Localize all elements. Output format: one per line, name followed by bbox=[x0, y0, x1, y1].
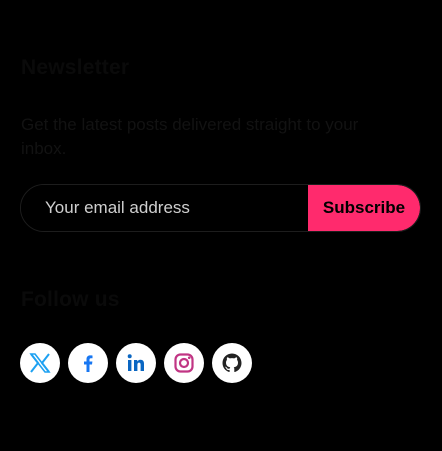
email-input[interactable] bbox=[21, 185, 308, 231]
github-icon bbox=[222, 353, 242, 373]
x-twitter-icon bbox=[29, 353, 51, 373]
facebook-link[interactable] bbox=[68, 343, 108, 383]
follow-us-title: Follow us bbox=[21, 288, 120, 311]
instagram-link[interactable] bbox=[164, 343, 204, 383]
linkedin-icon bbox=[127, 354, 144, 371]
github-link[interactable] bbox=[212, 343, 252, 383]
subscribe-button[interactable]: Subscribe bbox=[308, 185, 420, 231]
x-twitter-link[interactable] bbox=[20, 343, 60, 383]
facebook-icon bbox=[84, 355, 93, 372]
newsletter-description: Get the latest posts delivered straight … bbox=[21, 115, 359, 158]
instagram-icon bbox=[174, 353, 194, 373]
newsletter-form: Subscribe bbox=[20, 184, 421, 232]
newsletter-title: Newsletter bbox=[21, 56, 130, 79]
social-links bbox=[20, 343, 252, 383]
linkedin-link[interactable] bbox=[116, 343, 156, 383]
